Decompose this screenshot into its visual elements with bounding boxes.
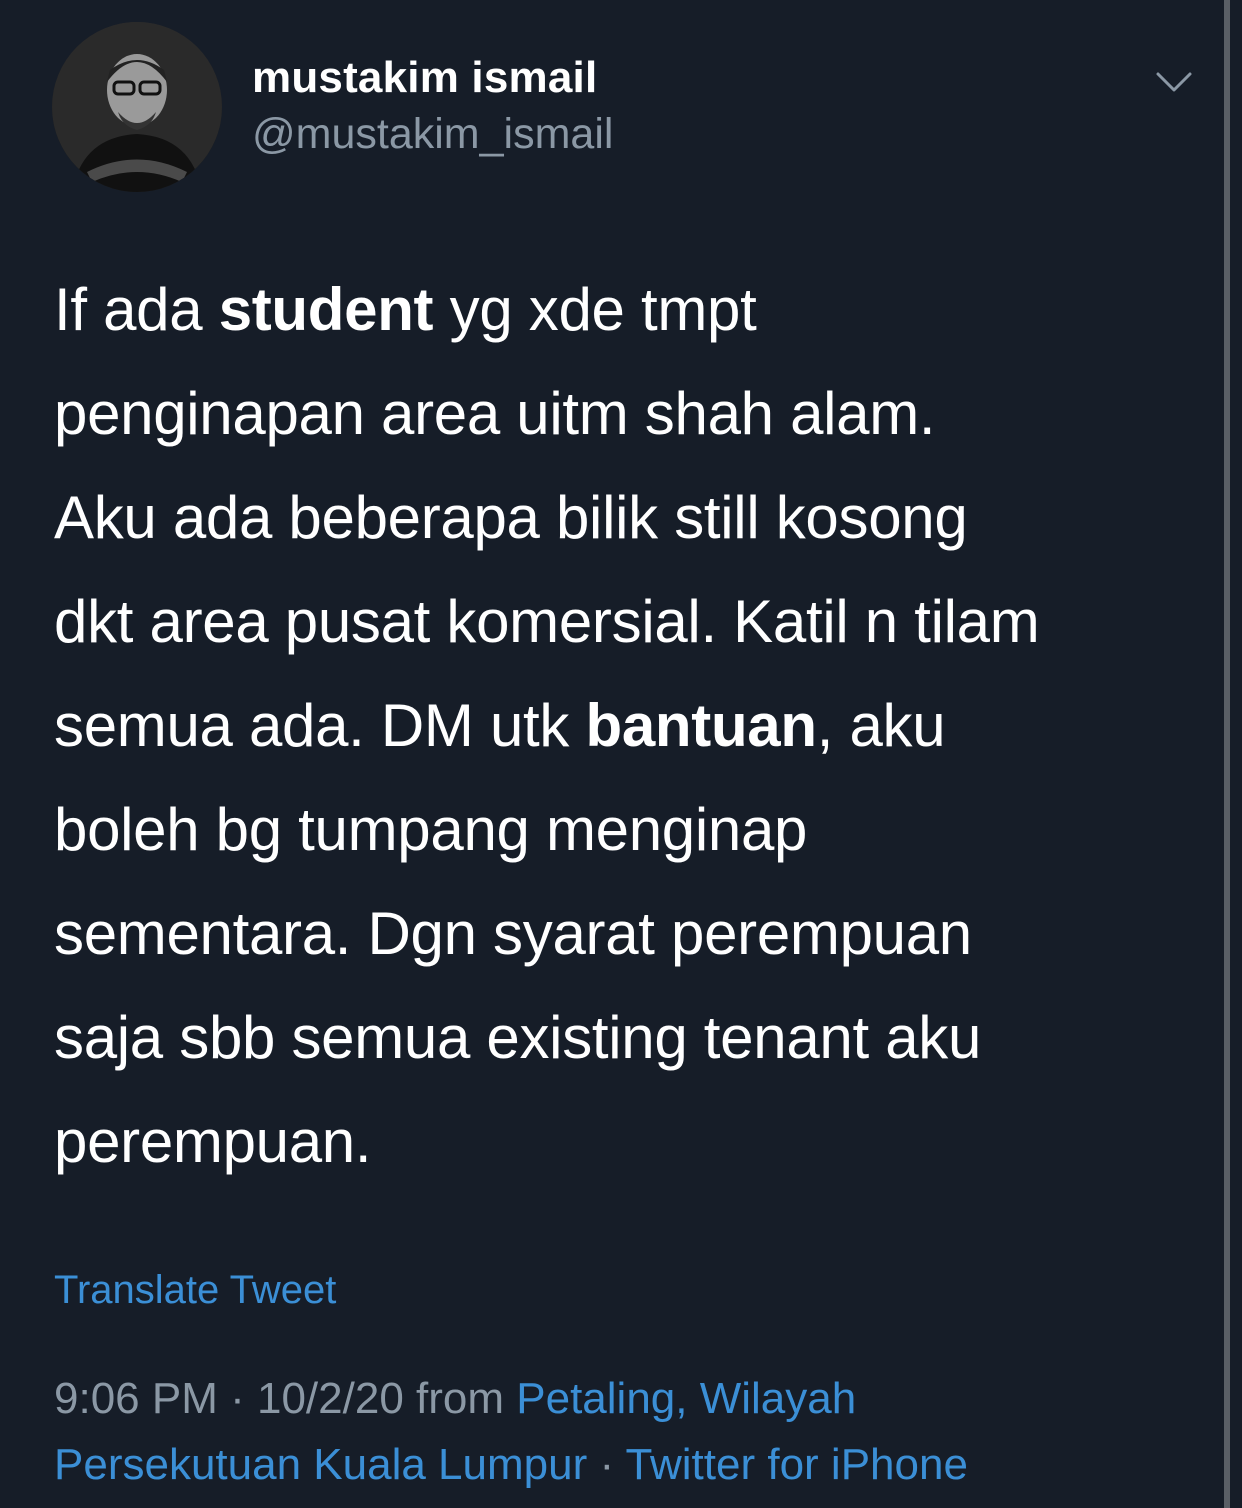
tweet-text-segment: , aku — [816, 692, 946, 759]
meta-separator: · — [587, 1440, 626, 1489]
tweet-date: 10/2/20 — [256, 1374, 404, 1423]
meta-separator: · — [217, 1374, 257, 1423]
tweet-text-bold: bantuan — [585, 692, 818, 759]
avatar[interactable] — [52, 22, 222, 192]
tweet-text: If ada student yg xde tmpt penginapan are… — [54, 258, 1204, 1194]
tweet-screenshot: mustakim ismail @mustakim_ismail If ada … — [0, 0, 1242, 1508]
translate-tweet-link[interactable]: Translate Tweet — [54, 1268, 336, 1313]
scrollbar[interactable] — [1224, 0, 1230, 1508]
tweet-text-segment: yg xde tmpt — [433, 276, 757, 343]
tweet-text-line: If ada student yg xde tmpt — [54, 258, 1204, 362]
tweet-text-line: perempuan. — [54, 1090, 1204, 1194]
tweet-text-line: boleh bg tumpang menginap — [54, 778, 1204, 882]
tweet-text-segment: sementara. Dgn syarat perempuan — [54, 900, 972, 967]
tweet-text-line: sementara. Dgn syarat perempuan — [54, 882, 1204, 986]
chevron-down-icon[interactable] — [1150, 58, 1198, 106]
tweet-text-segment: If ada — [54, 276, 219, 343]
tweet-metadata: 9:06 PM · 10/2/20 from Petaling, Wilayah… — [54, 1366, 968, 1498]
source-link[interactable]: Twitter for iPhone — [626, 1440, 968, 1489]
meta-line-2: Persekutuan Kuala Lumpur · Twitter for i… — [54, 1432, 968, 1498]
tweet-text-segment: semua ada. DM utk — [54, 692, 586, 759]
user-handle[interactable]: @mustakim_ismail — [252, 104, 613, 164]
tweet-text-line: penginapan area uitm shah alam. — [54, 362, 1204, 466]
author-block[interactable]: mustakim ismail @mustakim_ismail — [252, 52, 613, 164]
profile-photo — [52, 22, 222, 192]
location-link[interactable]: Petaling, Wilayah — [516, 1374, 856, 1423]
tweet-text-line: saja sbb semua existing tenant aku — [54, 986, 1204, 1090]
tweet-text-line: Aku ada beberapa bilik still kosong — [54, 466, 1204, 570]
meta-line-1: 9:06 PM · 10/2/20 from Petaling, Wilayah — [54, 1366, 968, 1432]
tweet-text-line: dkt area pusat komersial. Katil n tilam — [54, 570, 1204, 674]
tweet-text-segment: perempuan. — [54, 1108, 372, 1175]
tweet-text-bold: student — [218, 276, 434, 343]
tweet-text-segment: dkt area pusat komersial. Katil n tilam — [54, 588, 1040, 655]
tweet-text-segment: saja sbb semua existing tenant aku — [54, 1004, 982, 1071]
tweet-text-segment: penginapan area uitm shah alam. — [54, 380, 936, 447]
display-name[interactable]: mustakim ismail — [252, 52, 613, 104]
from-label: from — [403, 1374, 517, 1423]
tweet-text-line: semua ada. DM utk bantuan, aku — [54, 674, 1204, 778]
location-link-continued[interactable]: Persekutuan Kuala Lumpur — [54, 1440, 587, 1489]
tweet-text-segment: Aku ada beberapa bilik still kosong — [54, 484, 968, 551]
tweet-text-segment: boleh bg tumpang menginap — [54, 796, 808, 863]
tweet-time: 9:06 PM — [54, 1374, 218, 1423]
